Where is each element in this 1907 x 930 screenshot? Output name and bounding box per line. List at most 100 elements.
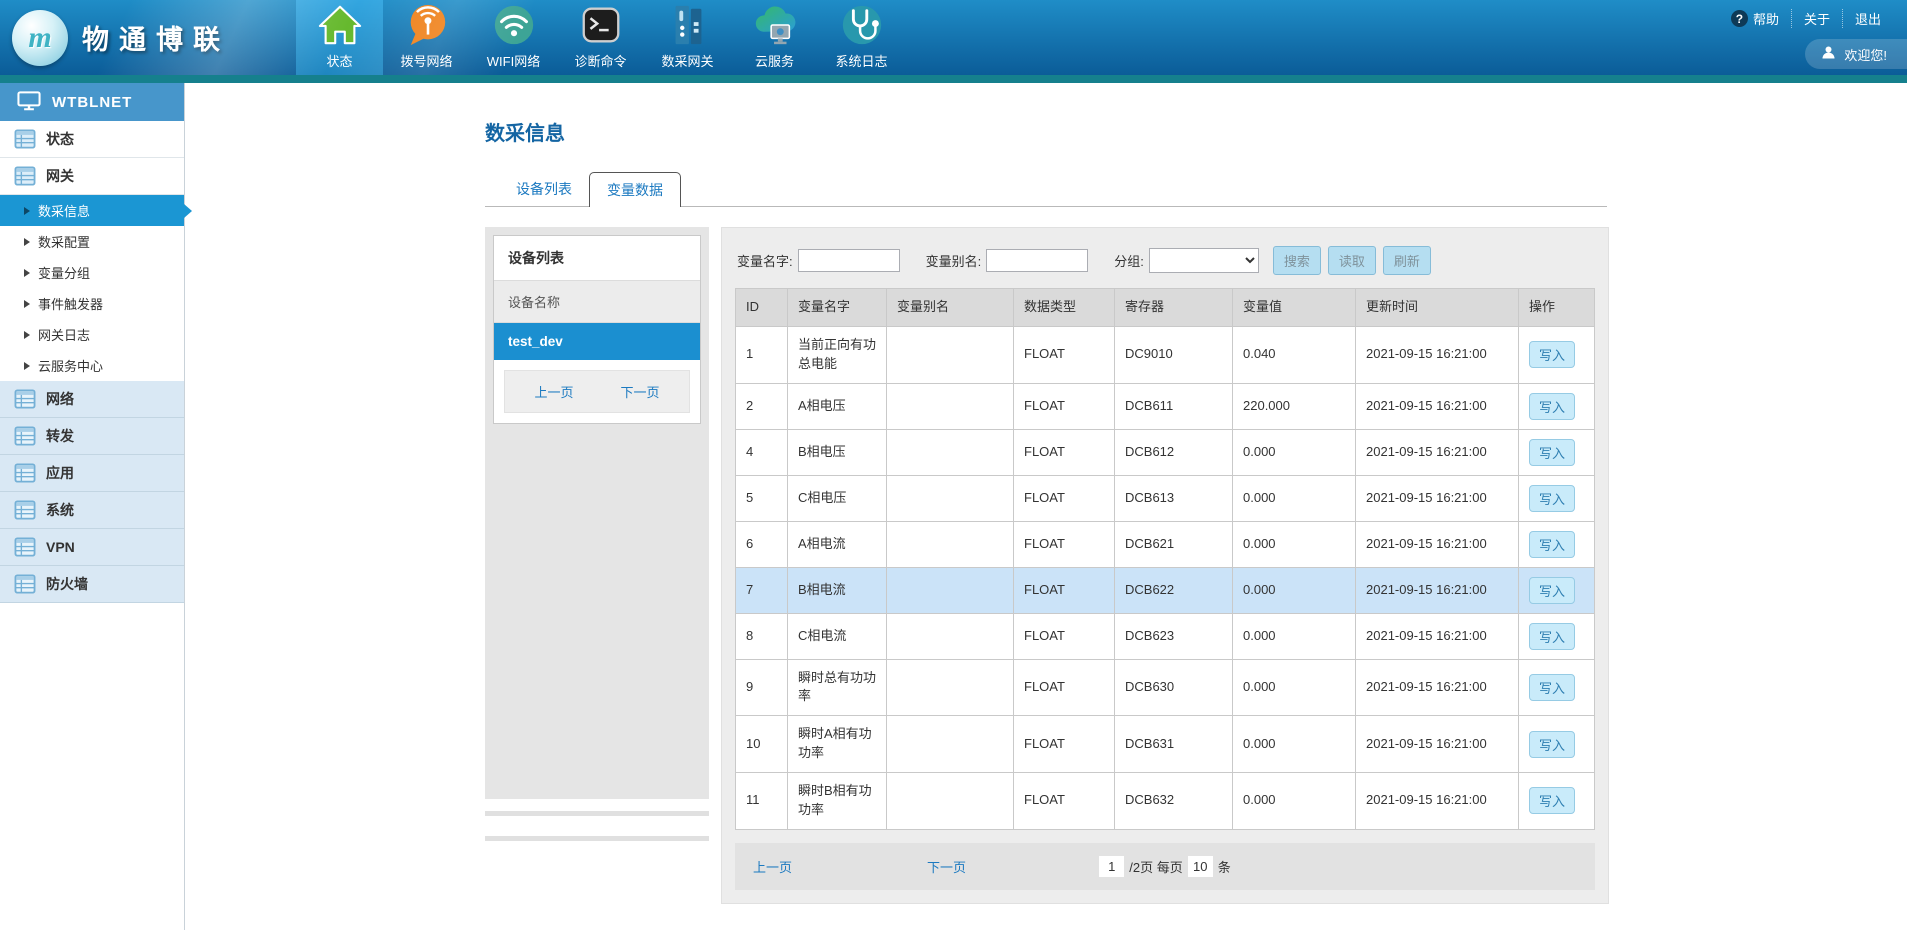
table-row[interactable]: 8 C相电流 FLOAT DCB623 0.000 2021-09-15 16:…	[736, 613, 1595, 659]
nav-label: 状态	[326, 51, 352, 70]
welcome-text: 欢迎您!	[1844, 45, 1887, 64]
cell-updated: 2021-09-15 16:21:00	[1356, 521, 1519, 567]
sidebar-item-status[interactable]: 状态	[0, 121, 184, 158]
logout-link[interactable]: 退出	[1842, 9, 1893, 28]
table-row[interactable]: 11 瞬时B相有功功率 FLOAT DCB632 0.000 2021-09-1…	[736, 772, 1595, 829]
submenu-label: 数采信息	[38, 201, 90, 220]
nav-item-cloud-service[interactable]: 云服务	[731, 0, 818, 75]
write-button[interactable]: 写入	[1529, 531, 1575, 558]
write-button[interactable]: 写入	[1529, 341, 1575, 368]
submenu-item-cloud-service-center[interactable]: 云服务中心	[0, 350, 184, 381]
cell-action: 写入	[1519, 383, 1595, 429]
list-icon	[14, 166, 36, 186]
table-row[interactable]: 2 A相电压 FLOAT DCB611 220.000 2021-09-15 1…	[736, 383, 1595, 429]
table-row[interactable]: 4 B相电压 FLOAT DCB612 0.000 2021-09-15 16:…	[736, 429, 1595, 475]
logo-letter: m	[28, 21, 51, 55]
variable-name-input[interactable]	[798, 249, 900, 272]
device-next-page-link[interactable]: 下一页	[620, 382, 659, 401]
cell-type: FLOAT	[1014, 613, 1115, 659]
submenu-item-event-trigger[interactable]: 事件触发器	[0, 288, 184, 319]
tab-variable-data[interactable]: 变量数据	[589, 172, 681, 207]
sidebar-item-label: VPN	[46, 539, 75, 555]
sidebar-item-forwarding[interactable]: 转发	[0, 418, 184, 455]
cell-id: 7	[736, 567, 788, 613]
page-title: 数采信息	[485, 117, 1607, 146]
cell-id: 8	[736, 613, 788, 659]
device-list-pagination: 上一页 下一页	[504, 370, 690, 413]
write-button[interactable]: 写入	[1529, 623, 1575, 650]
table-row[interactable]: 5 C相电压 FLOAT DCB613 0.000 2021-09-15 16:…	[736, 475, 1595, 521]
device-prev-page-link[interactable]: 上一页	[534, 382, 573, 401]
nav-item-diagnostic-command[interactable]: 诊断命令	[557, 0, 644, 75]
cell-value: 0.000	[1233, 613, 1356, 659]
next-page-link[interactable]: 下一页	[927, 857, 966, 876]
cell-updated: 2021-09-15 16:21:00	[1356, 567, 1519, 613]
group-label: 分组:	[1114, 251, 1144, 270]
sidebar-item-gateway[interactable]: 网关	[0, 158, 184, 195]
sidebar-item-label: 状态	[46, 129, 74, 149]
nav-label: WIFI网络	[487, 51, 540, 70]
cell-value: 0.000	[1233, 521, 1356, 567]
nav-item-status[interactable]: 状态	[296, 0, 383, 75]
tabs: 设备列表 变量数据	[485, 172, 1607, 207]
submenu-item-data-collection-info[interactable]: 数采信息	[0, 195, 184, 226]
submenu-item-variable-group[interactable]: 变量分组	[0, 257, 184, 288]
nav-item-system-log[interactable]: 系统日志	[818, 0, 905, 75]
cell-name: A相电流	[788, 521, 887, 567]
cell-name: B相电流	[788, 567, 887, 613]
gateway-submenu: 数采信息 数采配置 变量分组 事件触发器 网关日志 云服务中心	[0, 195, 184, 381]
table-row[interactable]: 6 A相电流 FLOAT DCB621 0.000 2021-09-15 16:…	[736, 521, 1595, 567]
sidebar-item-firewall[interactable]: 防火墙	[0, 566, 184, 603]
table-pagination: 上一页 下一页 /2页 每页 条	[735, 843, 1595, 890]
write-button[interactable]: 写入	[1529, 577, 1575, 604]
home-icon	[317, 2, 363, 48]
col-header-id: ID	[736, 289, 788, 327]
table-row[interactable]: 9 瞬时总有功功率 FLOAT DCB630 0.000 2021-09-15 …	[736, 659, 1595, 716]
group-select[interactable]	[1149, 248, 1259, 273]
write-button[interactable]: 写入	[1529, 485, 1575, 512]
sidebar-item-application[interactable]: 应用	[0, 455, 184, 492]
page-size-input[interactable]	[1188, 856, 1213, 877]
table-row[interactable]: 10 瞬时A相有功功率 FLOAT DCB631 0.000 2021-09-1…	[736, 716, 1595, 773]
page-number-input[interactable]	[1099, 856, 1124, 877]
stethoscope-icon	[839, 2, 885, 48]
read-button[interactable]: 读取	[1328, 246, 1376, 275]
cell-register: DCB631	[1115, 716, 1233, 773]
prev-page-link[interactable]: 上一页	[753, 857, 792, 876]
logo-sphere-icon: m	[12, 10, 68, 66]
sidebar-item-label: 网络	[46, 389, 74, 409]
table-row-selected[interactable]: 7 B相电流 FLOAT DCB622 0.000 2021-09-15 16:…	[736, 567, 1595, 613]
write-button[interactable]: 写入	[1529, 731, 1575, 758]
variable-data-section: 变量名字: 变量别名: 分组: 搜索 读取 刷新	[721, 227, 1609, 930]
write-button[interactable]: 写入	[1529, 674, 1575, 701]
refresh-button[interactable]: 刷新	[1383, 246, 1431, 275]
table-row[interactable]: 1 当前正向有功总电能 FLOAT DC9010 0.040 2021-09-1…	[736, 326, 1595, 383]
sidebar-item-network[interactable]: 网络	[0, 381, 184, 418]
welcome-badge: 欢迎您!	[1805, 39, 1907, 69]
nav-item-data-gateway[interactable]: 数采网关	[644, 0, 731, 75]
write-button[interactable]: 写入	[1529, 787, 1575, 814]
variable-alias-input[interactable]	[986, 249, 1088, 272]
submenu-item-data-collection-config[interactable]: 数采配置	[0, 226, 184, 257]
cell-id: 1	[736, 326, 788, 383]
search-button[interactable]: 搜索	[1273, 246, 1321, 275]
write-button[interactable]: 写入	[1529, 439, 1575, 466]
cell-name: 瞬时总有功功率	[788, 659, 887, 716]
about-link[interactable]: 关于	[1791, 9, 1842, 28]
submenu-item-gateway-log[interactable]: 网关日志	[0, 319, 184, 350]
sidebar-item-system[interactable]: 系统	[0, 492, 184, 529]
sidebar-item-vpn[interactable]: VPN	[0, 529, 184, 566]
device-name-column-header: 设备名称	[494, 281, 700, 323]
help-link[interactable]: ? 帮助	[1719, 9, 1791, 28]
main-area: 数采信息 设备列表 变量数据 设备列表 设备名称 test_dev 上一页	[185, 83, 1907, 930]
col-header-alias: 变量别名	[887, 289, 1014, 327]
write-button[interactable]: 写入	[1529, 393, 1575, 420]
cell-value: 0.000	[1233, 772, 1356, 829]
page-controls: /2页 每页 条	[1099, 856, 1230, 877]
col-header-type: 数据类型	[1014, 289, 1115, 327]
nav-item-wifi-network[interactable]: WIFI网络	[470, 0, 557, 75]
device-row-test-dev[interactable]: test_dev	[494, 323, 700, 360]
tab-device-list[interactable]: 设备列表	[499, 172, 589, 206]
caret-right-icon	[24, 269, 30, 277]
nav-item-dialup-network[interactable]: 拨号网络	[383, 0, 470, 75]
